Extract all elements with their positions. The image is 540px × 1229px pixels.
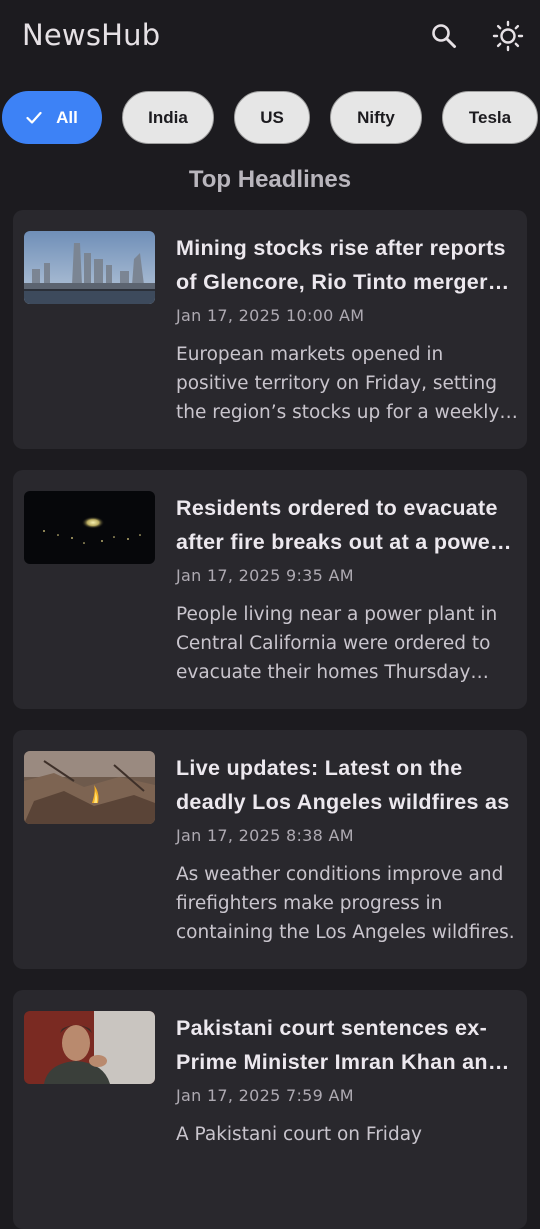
news-card[interactable]: Pakistani court sentences ex-Prime Minis…: [13, 990, 527, 1229]
news-card[interactable]: Live updates: Latest on the deadly Los A…: [13, 730, 527, 969]
chip-label: Tesla: [468, 107, 512, 127]
chip-label: US: [260, 107, 284, 127]
chip-all[interactable]: All: [2, 91, 102, 144]
sun-icon: [492, 20, 524, 52]
news-card[interactable]: Residents ordered to evacuate after fire…: [13, 470, 527, 709]
article-description: A Pakistani court on Friday: [176, 1124, 422, 1145]
chip-india[interactable]: India: [122, 91, 214, 144]
filter-chip-bar: All India US Nifty Tesla: [0, 90, 540, 146]
article-thumbnail: [24, 751, 155, 824]
article-date: Jan 17, 2025 9:35 AM: [176, 566, 354, 585]
chip-label: India: [148, 107, 188, 127]
app-bar: NewsHub: [0, 0, 540, 76]
chip-label: All: [56, 107, 78, 127]
check-icon: [26, 111, 42, 125]
theme-toggle-button[interactable]: [488, 16, 528, 56]
article-title: Pakistani court sentences ex-Prime Minis…: [176, 1016, 502, 1074]
section-title: Top Headlines: [188, 166, 352, 193]
chip-label: Nifty: [357, 107, 395, 127]
chip-us[interactable]: US: [234, 91, 310, 144]
article-title: Live updates: Latest on the deadly Los A…: [176, 756, 510, 814]
news-card[interactable]: Mining stocks rise after reports of Glen…: [13, 210, 527, 449]
article-description: European markets opened in positive terr…: [176, 344, 500, 423]
chip-tesla[interactable]: Tesla: [442, 91, 538, 144]
article-date: Jan 17, 2025 8:38 AM: [176, 826, 354, 845]
article-description: As weather conditions improve and firefi…: [176, 864, 515, 943]
article-date: Jan 17, 2025 7:59 AM: [176, 1086, 354, 1105]
article-thumbnail: [24, 491, 155, 564]
article-description: People living near a power plant in Cent…: [176, 604, 498, 683]
app-title: NewsHub: [22, 18, 161, 52]
article-thumbnail: [24, 231, 155, 304]
article-date: Jan 17, 2025 10:00 AM: [176, 306, 365, 325]
search-icon: [432, 24, 456, 48]
article-title: Residents ordered to evacuate after fire…: [176, 496, 499, 554]
article-thumbnail: [24, 1011, 155, 1084]
chip-nifty[interactable]: Nifty: [330, 91, 422, 144]
search-button[interactable]: [424, 16, 464, 56]
article-title: Mining stocks rise after reports of Glen…: [176, 236, 506, 294]
